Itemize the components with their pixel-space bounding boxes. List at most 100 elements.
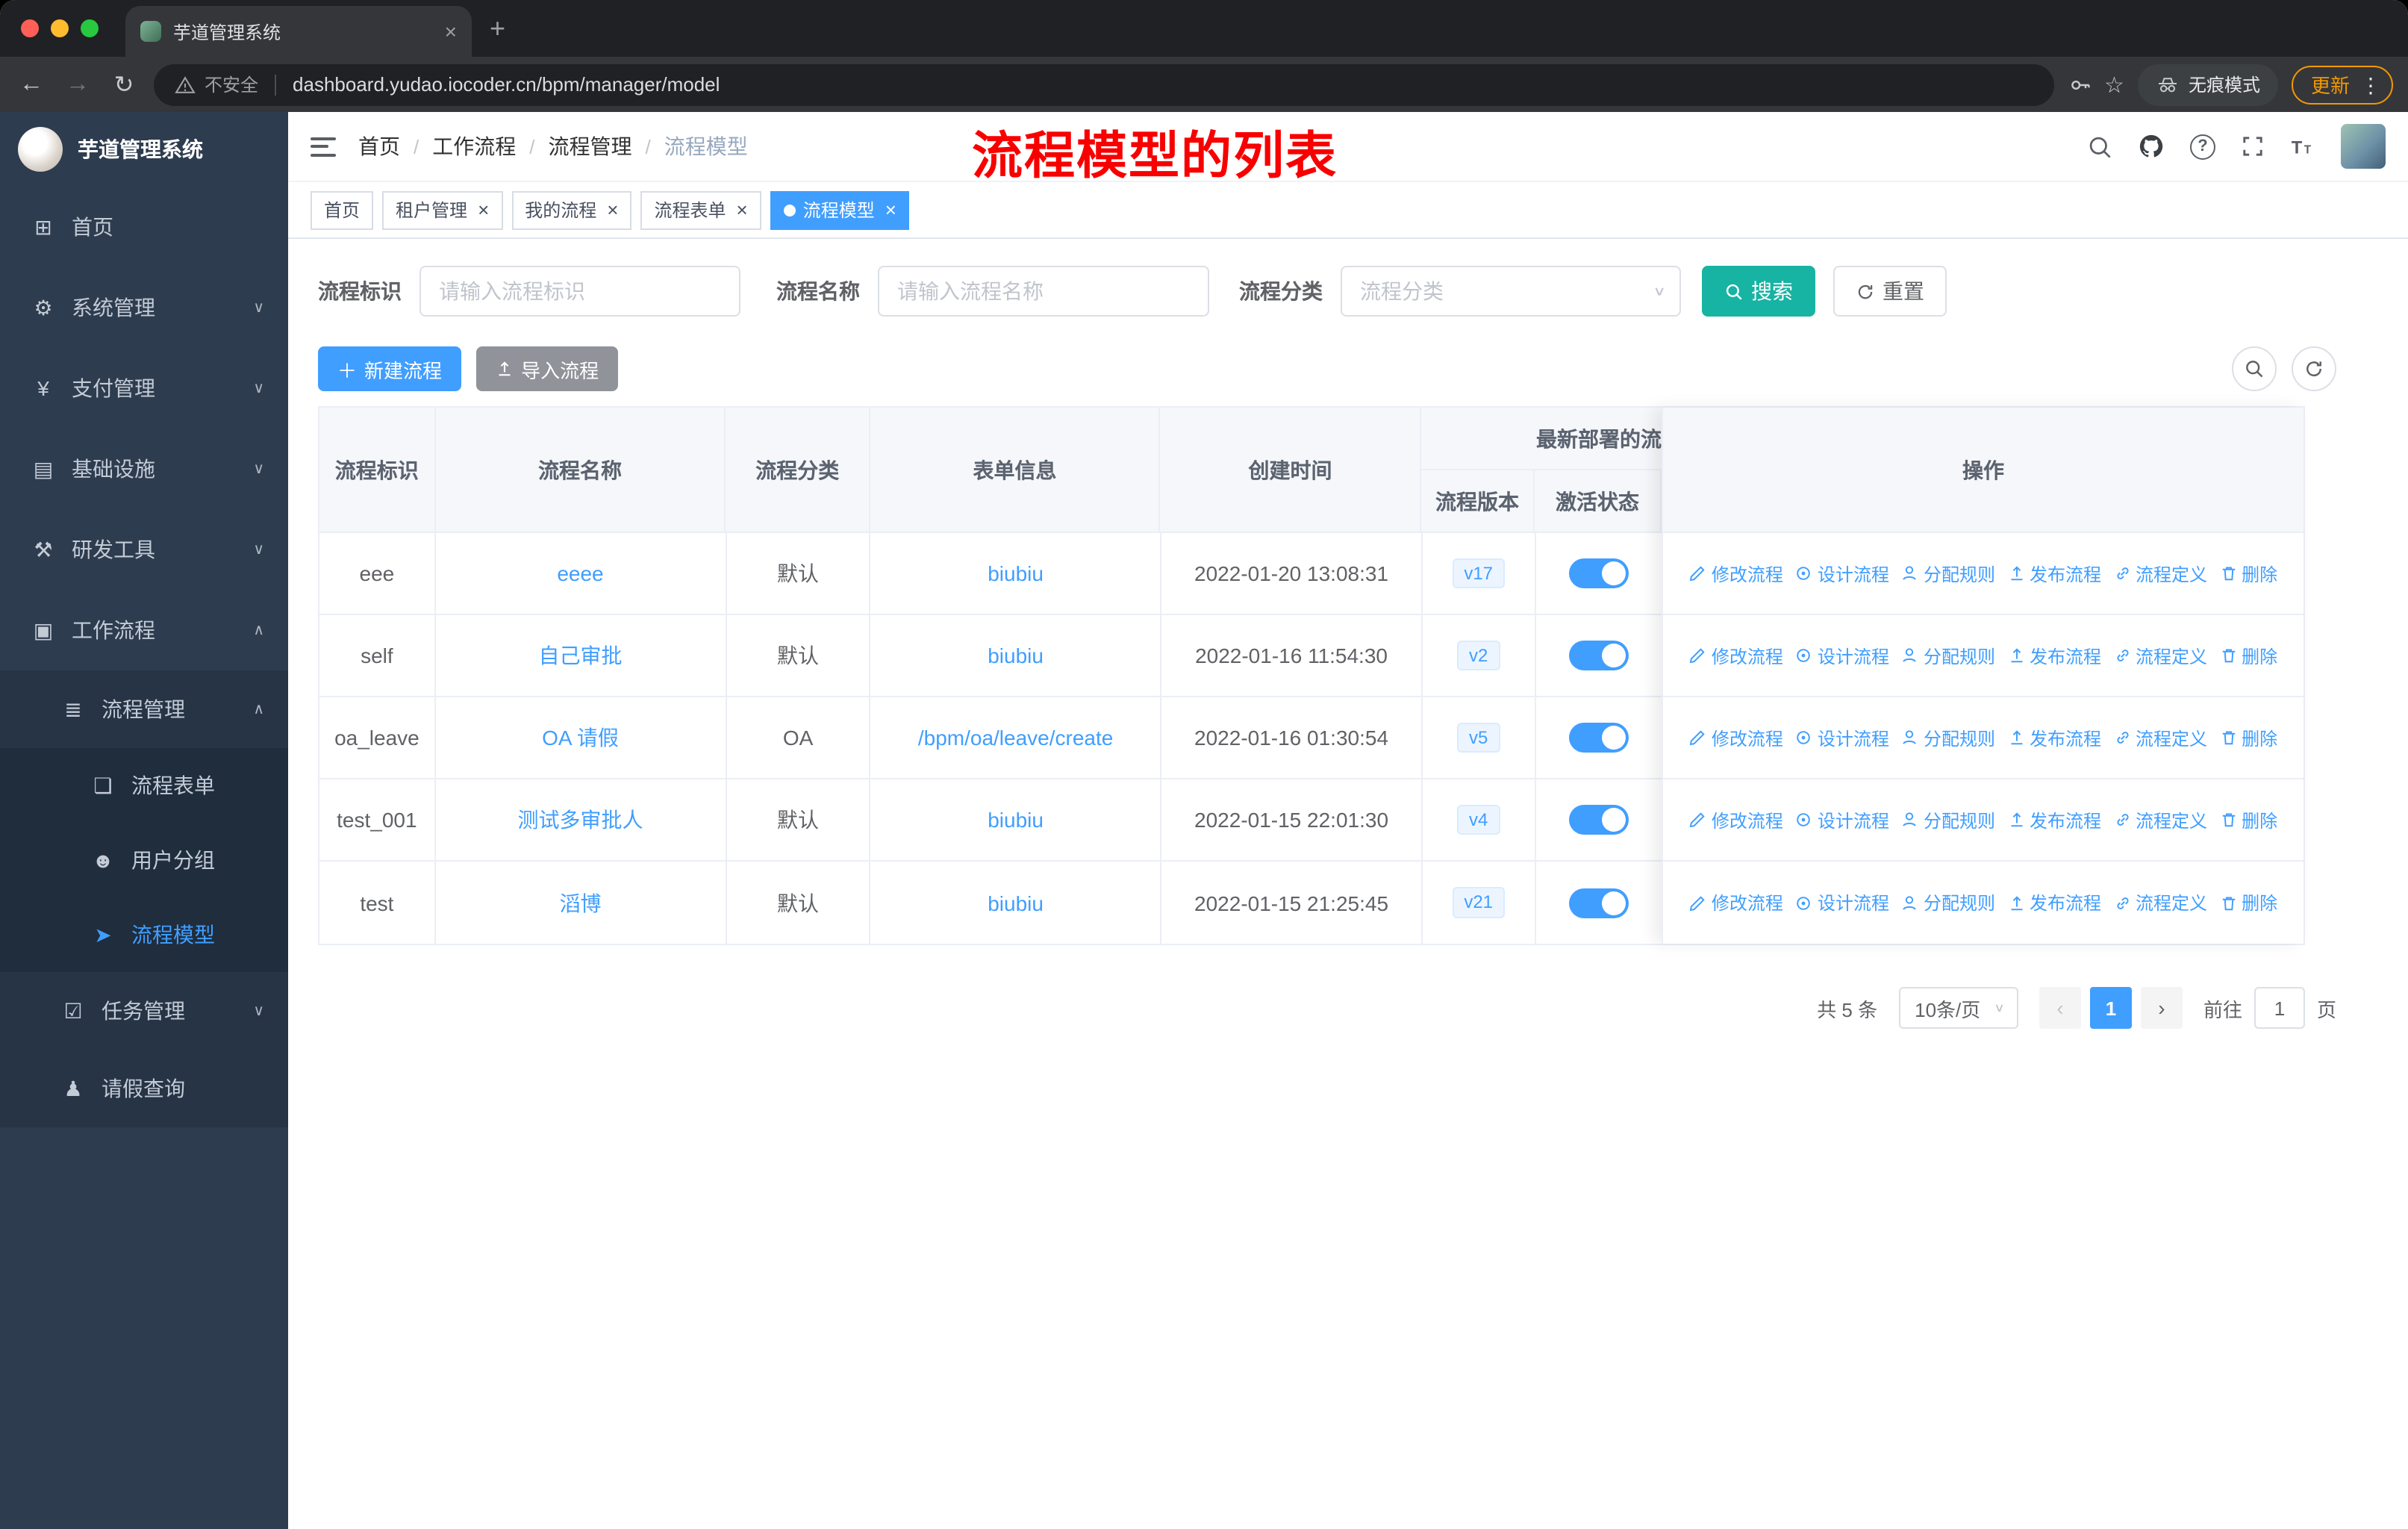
tag-item[interactable]: 流程模型 × [770, 190, 910, 229]
assign-rule-link[interactable]: 分配规则 [1901, 807, 1995, 832]
next-page-button[interactable]: › [2140, 987, 2183, 1029]
delete-link[interactable]: 删除 [2219, 725, 2277, 750]
process-definition-link[interactable]: 流程定义 [2113, 643, 2207, 668]
search-button[interactable]: 搜索 [1702, 266, 1815, 317]
browser-tab[interactable]: 芋道管理系统 × [125, 6, 472, 57]
active-toggle[interactable] [1568, 888, 1629, 918]
modify-process-link[interactable]: 修改流程 [1689, 725, 1783, 750]
sidebar-item-process-manage[interactable]: ≣ 流程管理 ∧ [0, 670, 288, 748]
modify-process-link[interactable]: 修改流程 [1689, 890, 1783, 915]
assign-rule-link[interactable]: 分配规则 [1901, 890, 1995, 915]
modify-process-link[interactable]: 修改流程 [1689, 807, 1783, 832]
forward-button[interactable]: → [61, 71, 94, 98]
tag-close-icon[interactable]: × [607, 200, 618, 219]
process-name-link[interactable]: 测试多审批人 [517, 805, 643, 835]
fullscreen-icon[interactable] [2241, 134, 2265, 158]
modify-process-link[interactable]: 修改流程 [1689, 561, 1783, 586]
delete-link[interactable]: 删除 [2219, 807, 2277, 832]
sidebar-item-devtools[interactable]: ⚒ 研发工具 ∨ [0, 509, 288, 590]
process-id-input[interactable] [419, 266, 740, 317]
assign-rule-link[interactable]: 分配规则 [1901, 643, 1995, 668]
tag-close-icon[interactable]: × [478, 200, 489, 219]
password-key-icon[interactable] [2067, 72, 2091, 96]
sidebar-item-user-group[interactable]: ☻ 用户分组 [0, 823, 288, 897]
browser-menu-icon[interactable]: ⋮ [2360, 74, 2381, 95]
refresh-table-button[interactable] [2292, 346, 2336, 391]
help-icon[interactable]: ? [2190, 134, 2215, 159]
delete-link[interactable]: 删除 [2219, 890, 2277, 915]
sidebar-item-process-model[interactable]: ➤ 流程模型 [0, 897, 288, 972]
tag-close-icon[interactable]: × [737, 200, 748, 219]
modify-process-link[interactable]: 修改流程 [1689, 643, 1783, 668]
sidebar-logo[interactable]: 芋道管理系统 [0, 112, 288, 187]
tag-item[interactable]: 租户管理 × [382, 190, 503, 229]
process-name-input[interactable] [878, 266, 1209, 317]
design-process-link[interactable]: 设计流程 [1795, 643, 1889, 668]
sidebar-item-leave-query[interactable]: ♟ 请假查询 [0, 1050, 288, 1127]
delete-link[interactable]: 删除 [2219, 643, 2277, 668]
form-info-link[interactable]: /bpm/oa/leave/create [918, 726, 1114, 750]
zoom-window-button[interactable] [81, 19, 99, 37]
process-definition-link[interactable]: 流程定义 [2113, 890, 2207, 915]
sidebar-item-task-manage[interactable]: ☑ 任务管理 ∨ [0, 972, 288, 1050]
prev-page-button[interactable]: ‹ [2039, 987, 2081, 1029]
user-avatar[interactable] [2341, 124, 2386, 169]
publish-process-link[interactable]: 发布流程 [2007, 561, 2101, 586]
active-toggle[interactable] [1568, 558, 1629, 588]
security-label[interactable]: 不安全 [205, 72, 258, 97]
breadcrumb-item[interactable]: 流程管理 [549, 131, 632, 161]
design-process-link[interactable]: 设计流程 [1795, 561, 1889, 586]
create-process-button[interactable]: ＋ 新建流程 [318, 346, 462, 391]
address-bar[interactable]: 不安全 dashboard.yudao.iocoder.cn/bpm/manag… [154, 63, 2054, 105]
form-info-link[interactable]: biubiu [988, 808, 1044, 832]
minimize-window-button[interactable] [51, 19, 69, 37]
font-size-icon[interactable]: TT [2290, 134, 2315, 159]
reset-button[interactable]: 重置 [1833, 266, 1947, 317]
sidebar-item-infrastructure[interactable]: ▤ 基础设施 ∨ [0, 429, 288, 509]
form-info-link[interactable]: biubiu [988, 561, 1044, 585]
form-info-link[interactable]: biubiu [988, 891, 1044, 915]
bookmark-star-icon[interactable]: ☆ [2104, 71, 2124, 98]
sidebar-item-payment[interactable]: ¥ 支付管理 ∨ [0, 348, 288, 429]
search-icon[interactable] [2087, 134, 2112, 159]
new-tab-button[interactable]: + [490, 13, 505, 44]
security-warning-icon[interactable] [175, 74, 196, 95]
active-toggle[interactable] [1568, 723, 1629, 753]
back-button[interactable]: ← [15, 71, 48, 98]
assign-rule-link[interactable]: 分配规则 [1901, 561, 1995, 586]
design-process-link[interactable]: 设计流程 [1795, 807, 1889, 832]
breadcrumb-item[interactable]: 首页 [358, 131, 400, 161]
publish-process-link[interactable]: 发布流程 [2007, 643, 2101, 668]
design-process-link[interactable]: 设计流程 [1795, 725, 1889, 750]
process-name-link[interactable]: 自己审批 [538, 641, 622, 670]
tag-item[interactable]: 我的流程 × [511, 190, 632, 229]
active-toggle[interactable] [1568, 805, 1629, 835]
active-toggle[interactable] [1568, 641, 1629, 670]
sidebar-item-workflow[interactable]: ▣ 工作流程 ∧ [0, 590, 288, 670]
sidebar-item-system[interactable]: ⚙ 系统管理 ∨ [0, 267, 288, 348]
update-button[interactable]: 更新 ⋮ [2291, 65, 2393, 104]
form-info-link[interactable]: biubiu [988, 644, 1044, 667]
sidebar-item-process-form[interactable]: ❏ 流程表单 [0, 748, 288, 823]
tag-close-icon[interactable]: × [885, 200, 896, 219]
design-process-link[interactable]: 设计流程 [1795, 890, 1889, 915]
breadcrumb-item[interactable]: 工作流程 [432, 131, 516, 161]
process-definition-link[interactable]: 流程定义 [2113, 725, 2207, 750]
page-number-button[interactable]: 1 [2089, 987, 2132, 1029]
hamburger-icon[interactable] [311, 137, 336, 156]
close-window-button[interactable] [21, 19, 39, 37]
tag-item[interactable]: 流程表单 × [640, 190, 761, 229]
goto-page-input[interactable] [2253, 987, 2305, 1029]
sidebar-item-home[interactable]: ⊞ 首页 [0, 187, 288, 267]
import-process-button[interactable]: 导入流程 [476, 346, 619, 391]
process-definition-link[interactable]: 流程定义 [2113, 561, 2207, 586]
process-name-link[interactable]: eeee [557, 561, 603, 585]
page-size-select[interactable]: 10条/页 ∨ [1898, 987, 2018, 1029]
process-category-select[interactable] [1341, 266, 1681, 317]
publish-process-link[interactable]: 发布流程 [2007, 725, 2101, 750]
url-text[interactable]: dashboard.yudao.iocoder.cn/bpm/manager/m… [293, 73, 720, 96]
assign-rule-link[interactable]: 分配规则 [1901, 725, 1995, 750]
process-name-link[interactable]: 滔博 [559, 888, 601, 918]
process-definition-link[interactable]: 流程定义 [2113, 807, 2207, 832]
tag-item[interactable]: 首页 [311, 190, 374, 229]
